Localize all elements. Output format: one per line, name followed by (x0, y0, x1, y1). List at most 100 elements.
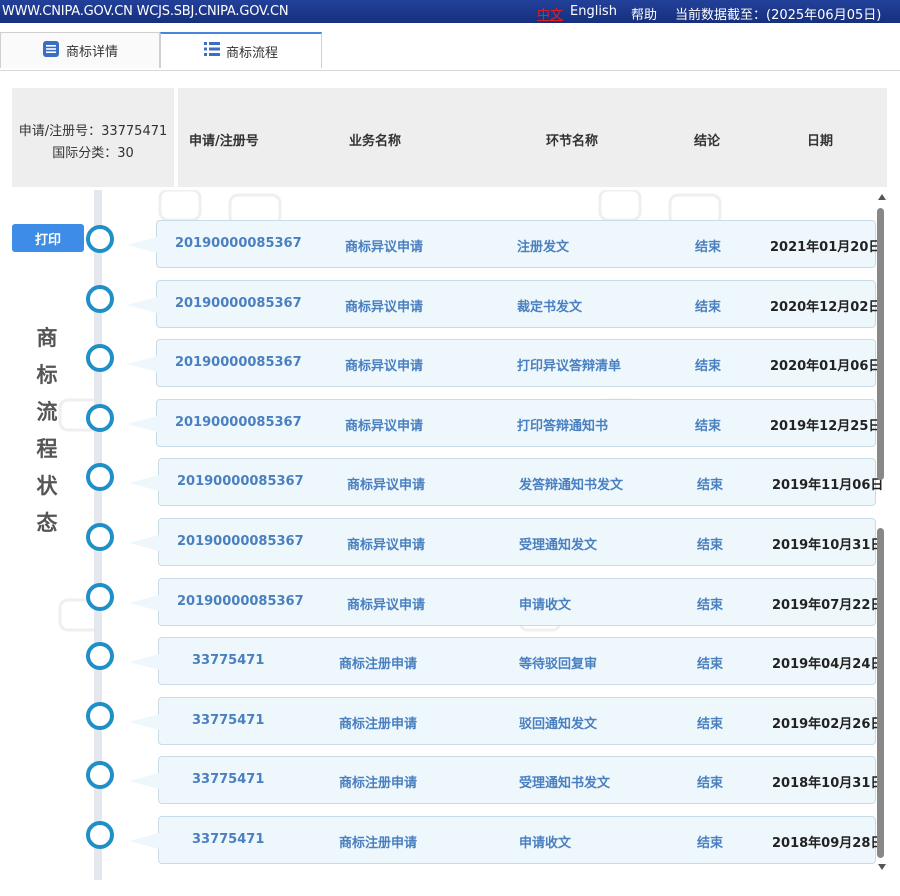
tab-trademark-process[interactable]: 商标流程 (160, 32, 322, 68)
row-step-name: 受理通知发文 (519, 538, 598, 553)
row-pointer (129, 595, 159, 611)
row-date: 2020年01月06日 (770, 359, 882, 374)
row-pointer (127, 416, 157, 432)
row-number-link[interactable]: 20190000085367 (175, 355, 302, 370)
row-business-name: 商标异议申请 (345, 240, 424, 255)
row-step-name: 打印答辩通知书 (517, 419, 609, 434)
row-date: 2019年07月22日 (772, 598, 884, 613)
row-step-name: 打印异议答辩清单 (517, 359, 622, 374)
tab-label: 商标详情 (65, 45, 118, 60)
table-row[interactable]: 20190000085367 商标异议申请 注册发文 结束 2021年01月20日 (127, 220, 881, 268)
row-step-name: 裁定书发文 (517, 300, 583, 315)
table-row[interactable]: 33775471 商标注册申请 申请收文 结束 2018年09月28日 (129, 816, 883, 864)
row-number-link[interactable]: 33775471 (192, 653, 264, 668)
row-number-link[interactable]: 20190000085367 (175, 236, 302, 251)
row-result: 结束 (695, 300, 722, 315)
row-pointer (129, 654, 159, 670)
row-result: 结束 (697, 657, 724, 672)
row-date: 2018年09月28日 (772, 836, 884, 851)
row-step-name: 受理通知书发文 (519, 776, 611, 791)
side-title-char: 标 (36, 363, 58, 387)
row-pointer (129, 475, 159, 491)
timeline-node (86, 225, 114, 253)
row-step-name: 发答辩通知书发文 (519, 478, 624, 493)
row-pointer (127, 297, 157, 313)
timeline-node (86, 821, 114, 849)
table-row[interactable]: 20190000085367 商标异议申请 申请收文 结束 2019年07月22日 (129, 578, 883, 626)
tab-bar: 商标详情 商标流程 (0, 32, 900, 71)
site-urls: WWW.CNIPA.GOV.CN WCJS.SBJ.CNIPA.GOV.CN (2, 4, 289, 19)
timeline-node (86, 702, 114, 730)
international-class: 国际分类：30 (52, 146, 134, 161)
row-step-name: 申请收文 (519, 598, 572, 613)
tab-label: 商标流程 (225, 45, 278, 61)
row-result: 结束 (695, 359, 722, 374)
lang-english-link[interactable]: English (570, 4, 617, 19)
application-number: 申请/注册号：33775471 (18, 124, 168, 139)
row-step-name: 申请收文 (519, 836, 572, 851)
timeline-node (86, 285, 114, 313)
scrollbar[interactable] (875, 190, 889, 880)
scroll-thumb[interactable] (877, 208, 884, 480)
row-business-name: 商标异议申请 (347, 478, 426, 493)
row-business-name: 商标异议申请 (345, 419, 424, 434)
row-business-name: 商标注册申请 (339, 776, 418, 791)
help-link[interactable]: 帮助 (631, 4, 657, 23)
table-row[interactable]: 20190000085367 商标异议申请 裁定书发文 结束 2020年12月02日 (127, 280, 881, 328)
row-pointer (127, 237, 157, 253)
row-step-name: 注册发文 (517, 240, 570, 255)
row-pointer (129, 773, 159, 789)
row-step-name: 驳回通知发文 (519, 717, 598, 732)
summary-box: 申请/注册号：33775471 国际分类：30 (12, 88, 174, 187)
row-date: 2019年11月06日 (772, 478, 884, 493)
row-date: 2018年10月31日 (772, 776, 884, 791)
side-title-char: 程 (36, 437, 58, 461)
timeline-node (86, 523, 114, 551)
timeline-node (86, 344, 114, 372)
row-date: 2019年04月24日 (772, 657, 884, 672)
column-header-date: 日期 (807, 134, 834, 149)
table-row[interactable]: 33775471 商标注册申请 等待驳回复审 结束 2019年04月24日 (129, 637, 883, 685)
row-number-link[interactable]: 20190000085367 (175, 415, 302, 430)
scroll-up-arrow-icon[interactable] (878, 194, 886, 200)
table-row[interactable]: 20190000085367 商标异议申请 发答辩通知书发文 结束 2019年11月06… (129, 458, 883, 506)
scroll-thumb[interactable] (877, 528, 884, 858)
table-row[interactable]: 20190000085367 商标异议申请 受理通知发文 结束 2019年10月31日 (129, 518, 883, 566)
column-header-result: 结论 (694, 134, 721, 149)
column-header-business: 业务名称 (349, 134, 402, 149)
table-row[interactable]: 20190000085367 商标异议申请 打印答辩通知书 结束 2019年12月25日 (127, 399, 881, 447)
top-bar: WWW.CNIPA.GOV.CN WCJS.SBJ.CNIPA.GOV.CN 中… (0, 0, 900, 23)
table-header: 申请/注册号：33775471 国际分类：30 申请/注册号 业务名称 环节名称… (12, 88, 887, 187)
scroll-down-arrow-icon[interactable] (878, 864, 886, 870)
row-business-name: 商标注册申请 (339, 717, 418, 732)
row-pointer (127, 356, 157, 372)
table-row[interactable]: 20190000085367 商标异议申请 打印异议答辩清单 结束 2020年01月06… (127, 339, 881, 387)
lang-chinese-link[interactable]: 中文 (537, 4, 563, 23)
table-row[interactable]: 33775471 商标注册申请 受理通知书发文 结束 2018年10月31日 (129, 756, 883, 804)
timeline-node (86, 761, 114, 789)
row-business-name: 商标注册申请 (339, 836, 418, 851)
table-row[interactable]: 33775471 商标注册申请 驳回通知发文 结束 2019年02月26日 (129, 697, 883, 745)
side-title-char: 流 (36, 400, 58, 424)
row-number-link[interactable]: 20190000085367 (177, 474, 304, 489)
row-number-link[interactable]: 20190000085367 (177, 594, 304, 609)
document-icon (42, 40, 60, 62)
row-date: 2020年12月02日 (770, 300, 882, 315)
row-number-link[interactable]: 33775471 (192, 832, 264, 847)
row-number-link[interactable]: 33775471 (192, 713, 264, 728)
column-header-number: 申请/注册号 (189, 134, 259, 149)
row-number-link[interactable]: 33775471 (192, 772, 264, 787)
row-number-link[interactable]: 20190000085367 (175, 296, 302, 311)
row-result: 结束 (695, 240, 722, 255)
timeline-node (86, 642, 114, 670)
data-as-of-date: 当前数据截至：(2025年06月05日) (675, 8, 882, 23)
row-date: 2019年12月25日 (770, 419, 882, 434)
row-business-name: 商标异议申请 (347, 538, 426, 553)
print-button[interactable]: 打印 (12, 224, 84, 252)
tab-trademark-details[interactable]: 商标详情 (0, 32, 160, 68)
row-date: 2021年01月20日 (770, 240, 882, 255)
column-headers: 申请/注册号 业务名称 环节名称 结论 日期 (178, 88, 887, 187)
row-number-link[interactable]: 20190000085367 (177, 534, 304, 549)
row-step-name: 等待驳回复审 (519, 657, 598, 672)
row-result: 结束 (697, 478, 724, 493)
